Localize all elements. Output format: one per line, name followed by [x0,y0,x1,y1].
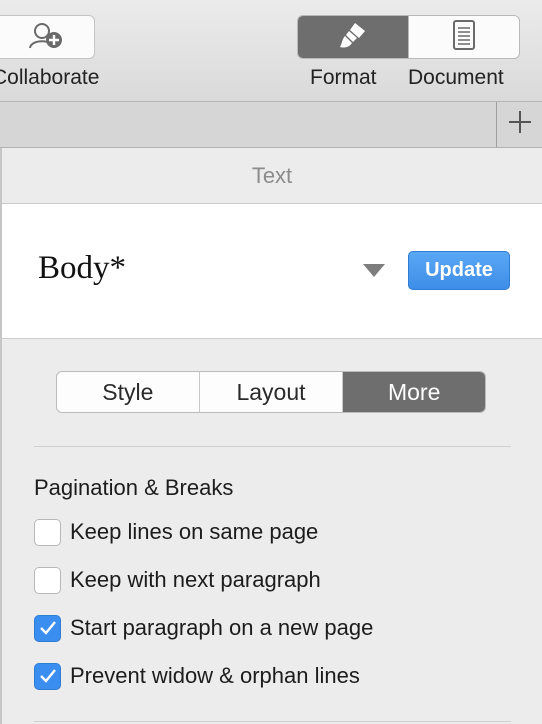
document-button[interactable] [408,16,519,58]
tab-layout[interactable]: Layout [198,372,343,412]
add-tab-button[interactable] [496,102,542,147]
option-label: Keep lines on same page [70,519,319,544]
update-button[interactable]: Update [408,251,510,290]
tab-style[interactable]: Style [57,372,199,412]
inspector-tabs: Style Layout More [56,371,486,413]
option-label: Keep with next paragraph [70,567,321,592]
format-button[interactable] [298,16,408,58]
panel-title: Text [2,148,542,204]
divider [34,446,511,447]
checkbox[interactable] [34,518,61,546]
option-label: Start paragraph on a new page [70,615,374,640]
section-title: Pagination & Breaks [34,475,234,500]
option-label: Prevent widow & orphan lines [70,663,360,688]
plus-icon [508,110,532,139]
document-icon [450,19,478,56]
paragraph-style-row[interactable]: Body* Update [2,204,542,339]
inspector-toggle [297,15,520,59]
format-label: Format [310,66,377,89]
collaborate-button[interactable] [0,15,95,59]
chevron-down-icon[interactable] [363,264,385,277]
checkmark-icon [39,621,56,635]
paintbrush-icon [337,20,369,55]
option-start-new-page[interactable]: Start paragraph on a new page [34,612,373,644]
format-inspector: Text Body* Update Style Layout More Pagi… [0,148,542,724]
checkbox[interactable] [34,566,61,594]
option-prevent-widow-orphan[interactable]: Prevent widow & orphan lines [34,660,360,692]
tab-more[interactable]: More [342,372,485,412]
checkbox[interactable] [34,614,61,642]
document-label: Document [408,66,504,89]
option-keep-with-next[interactable]: Keep with next paragraph [34,564,321,596]
toolbar: Collaborate Format Document [0,0,542,102]
divider [34,721,511,722]
checkmark-icon [39,669,56,683]
paragraph-style-name[interactable]: Body* [38,250,126,287]
collaborate-label: Collaborate [0,66,100,89]
checkbox[interactable] [34,662,61,690]
tab-strip [0,102,542,148]
collaborate-icon [25,20,65,55]
option-keep-lines[interactable]: Keep lines on same page [34,516,318,548]
